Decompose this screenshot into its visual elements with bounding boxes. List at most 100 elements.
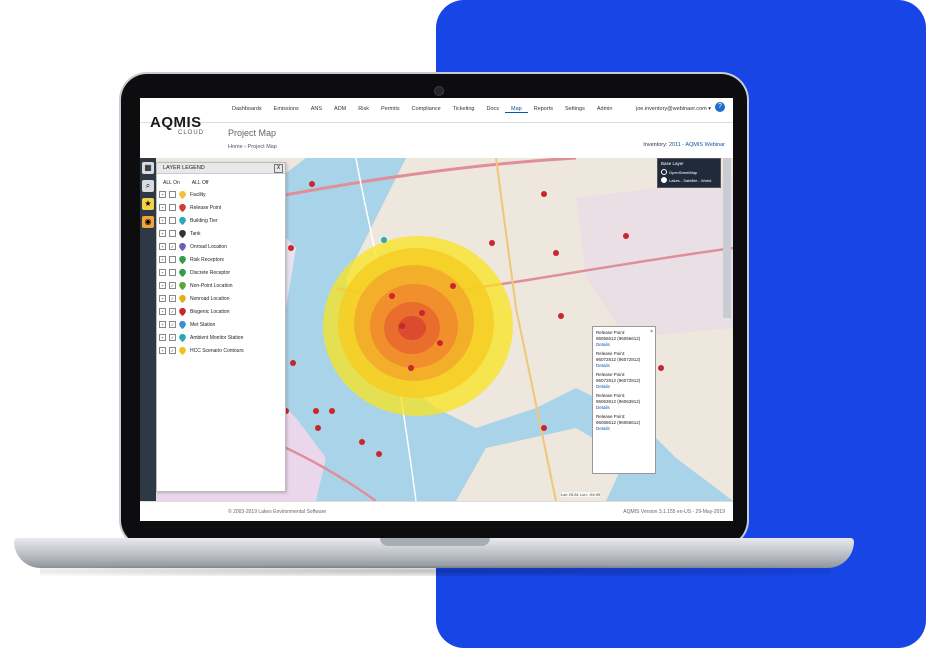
layer-marker-icon xyxy=(179,346,186,355)
layer-checkbox[interactable]: ✓ xyxy=(169,347,176,354)
footer-version: AQMIS Version 3.1.155 en-US - 29-May-201… xyxy=(623,509,725,515)
layer-checkbox[interactable] xyxy=(169,230,176,237)
layer-checkbox[interactable]: ✓ xyxy=(169,243,176,250)
expand-icon[interactable]: + xyxy=(159,334,166,341)
legend-item[interactable]: + Risk Receptors xyxy=(157,253,285,266)
legend-item[interactable]: + ✓ Non-Point Location xyxy=(157,279,285,292)
legend-item[interactable]: + Release Point xyxy=(157,201,285,214)
layer-marker-icon xyxy=(179,307,186,316)
layer-checkbox[interactable]: ✓ xyxy=(169,334,176,341)
radio-icon[interactable] xyxy=(661,169,667,175)
legend-item[interactable]: + Discrete Receptor xyxy=(157,266,285,279)
expand-icon[interactable]: + xyxy=(159,282,166,289)
expand-icon[interactable]: + xyxy=(159,321,166,328)
inventory-selector[interactable]: Inventory: 2011 - AQMIS Webinar xyxy=(643,142,725,148)
contour-tool-icon[interactable]: ◉ xyxy=(142,216,154,228)
base-layer-option-osm[interactable]: OpenStreetMap xyxy=(658,168,720,176)
layer-marker-icon xyxy=(179,281,186,290)
layer-marker-icon xyxy=(179,229,186,238)
layer-checkbox[interactable]: ✓ xyxy=(169,308,176,315)
expand-icon[interactable]: + xyxy=(159,191,166,198)
layer-marker-icon xyxy=(179,203,186,212)
nav-item-dashboards[interactable]: Dashboards xyxy=(226,106,268,113)
nav-item-admin[interactable]: Admin xyxy=(591,106,619,113)
layer-marker-icon xyxy=(179,320,186,329)
release-point-popup: × Release Point: 96066612 (96066612) Detai… xyxy=(592,326,656,474)
inventory-value[interactable]: 2011 - AQMIS Webinar xyxy=(669,142,725,148)
layer-checkbox[interactable] xyxy=(169,204,176,211)
user-menu[interactable]: joe.inventory@webinaer.com ▾ xyxy=(636,106,711,112)
search-icon[interactable]: ⌕ xyxy=(142,180,154,192)
layer-checkbox[interactable]: ✓ xyxy=(169,295,176,302)
nav-item-settings[interactable]: Settings xyxy=(559,106,591,113)
expand-icon[interactable]: + xyxy=(159,204,166,211)
popup-entry: Release Point: 96063912 (96063912) Details xyxy=(593,390,655,411)
legend-item-label: Onroad Location xyxy=(190,243,227,250)
legend-item-label: Biogenic Location xyxy=(190,308,230,315)
all-on-button[interactable]: ALL On xyxy=(163,180,180,186)
all-off-button[interactable]: ALL Off xyxy=(192,180,209,186)
laptop-notch xyxy=(380,538,490,546)
layer-checkbox[interactable] xyxy=(169,217,176,224)
expand-icon[interactable]: + xyxy=(159,256,166,263)
nav-item-emissions[interactable]: Emissions xyxy=(268,106,305,113)
laptop-shadow xyxy=(40,566,830,576)
legend-tool-icon[interactable]: ▦ xyxy=(142,162,154,174)
coordinate-readout: Lat: 29.81 Lon: -94.99 xyxy=(561,492,601,497)
legend-item-label: Discrete Receptor xyxy=(190,269,231,276)
expand-icon[interactable]: + xyxy=(159,295,166,302)
layer-marker-icon xyxy=(179,268,186,277)
layer-marker-icon xyxy=(179,216,186,225)
help-icon[interactable]: ? xyxy=(715,102,725,112)
nav-item-permits[interactable]: Permits xyxy=(375,106,406,113)
radio-selected-icon[interactable] xyxy=(661,177,667,183)
nav-item-reports[interactable]: Reports xyxy=(528,106,559,113)
close-icon[interactable]: × xyxy=(650,329,653,335)
footer-copyright: © 2003-2019 Lakes Environmental Software xyxy=(228,509,327,515)
expand-icon[interactable]: + xyxy=(159,308,166,315)
layer-checkbox[interactable]: ✓ xyxy=(169,282,176,289)
layer-marker-icon xyxy=(179,242,186,251)
project-map[interactable]: LAYER LEGEND X ALL On ALL Off + Facility +… xyxy=(156,158,733,501)
nav-item-ans[interactable]: ANS xyxy=(305,106,328,113)
legend-toggle-row: ALL On ALL Off xyxy=(163,180,285,186)
legend-item[interactable]: + ✓ HCC Scenario Contours xyxy=(157,344,285,357)
nav-item-risk[interactable]: Risk xyxy=(352,106,375,113)
layer-legend-panel: LAYER LEGEND X ALL On ALL Off + Facility +… xyxy=(156,162,286,492)
legend-item[interactable]: + Building Tier xyxy=(157,214,285,227)
layer-checkbox[interactable] xyxy=(169,269,176,276)
nav-item-compliance[interactable]: Compliance xyxy=(406,106,447,113)
expand-icon[interactable]: + xyxy=(159,217,166,224)
legend-item[interactable]: + ✓ Ambient Monitor Station xyxy=(157,331,285,344)
base-layer-option-satellite[interactable]: Lakes - Satellite - World xyxy=(658,176,720,184)
legend-item[interactable]: + ✓ Met Station xyxy=(157,318,285,331)
breadcrumb[interactable]: Home › Project Map xyxy=(228,144,277,150)
legend-item[interactable]: + Tank xyxy=(157,227,285,240)
popup-entry: Release Point: 96072812 (96072812) Details xyxy=(593,348,655,369)
expand-icon[interactable]: + xyxy=(159,269,166,276)
nav-item-ticketing[interactable]: Ticketing xyxy=(447,106,481,113)
layer-checkbox[interactable] xyxy=(169,191,176,198)
legend-list: + Facility + Release Point + Building Tier + Ta… xyxy=(157,188,285,357)
expand-icon[interactable]: + xyxy=(159,230,166,237)
nav-item-docs[interactable]: Docs xyxy=(480,106,505,113)
legend-item[interactable]: + ✓ Nonroad Location xyxy=(157,292,285,305)
legend-item[interactable]: + ✓ Biogenic Location xyxy=(157,305,285,318)
details-link[interactable]: Details xyxy=(596,426,652,432)
close-icon[interactable]: X xyxy=(274,164,283,173)
nav-item-adm[interactable]: ADM xyxy=(328,106,352,113)
app-header: AQMIS CLOUD Dashboards Emissions ANS ADM Ris… xyxy=(140,98,733,136)
legend-item[interactable]: + Facility xyxy=(157,188,285,201)
left-tool-rail: ▦ ⌕ ★ ◉ xyxy=(140,158,156,521)
layer-checkbox[interactable]: ✓ xyxy=(169,321,176,328)
layers-icon[interactable]: ★ xyxy=(142,198,154,210)
expand-icon[interactable]: + xyxy=(159,347,166,354)
layer-checkbox[interactable] xyxy=(169,256,176,263)
popup-entry: Release Point: 96066612 (96066612) Details xyxy=(593,411,655,432)
base-layer-switcher: Base Layer OpenStreetMap Lakes - Satelli… xyxy=(657,158,721,188)
legend-item[interactable]: + ✓ Onroad Location xyxy=(157,240,285,253)
zoom-slider[interactable] xyxy=(723,158,731,318)
nav-item-map[interactable]: Map xyxy=(505,106,528,113)
expand-icon[interactable]: + xyxy=(159,243,166,250)
app-logo[interactable]: AQMIS xyxy=(150,114,202,131)
